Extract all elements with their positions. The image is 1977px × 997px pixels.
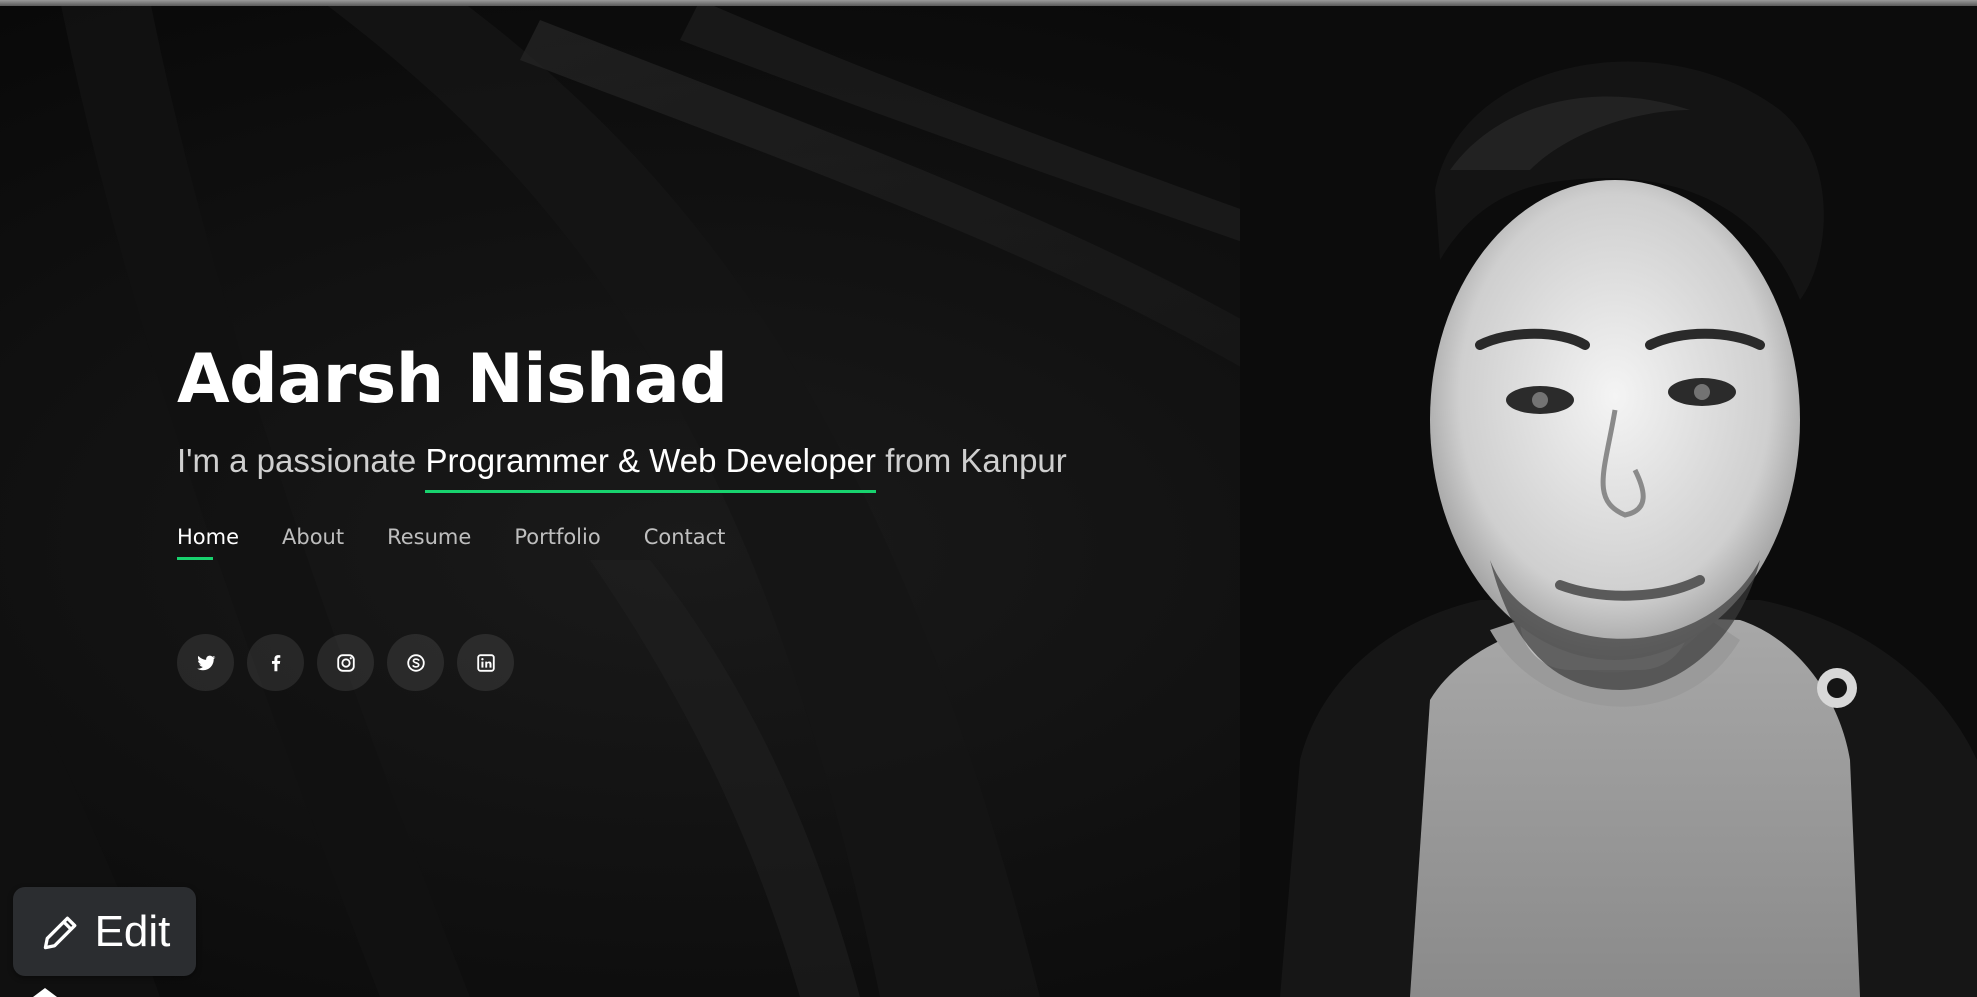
main-nav: Home About Resume Portfolio Contact	[177, 522, 1067, 560]
skype-link[interactable]	[387, 634, 444, 691]
hero-tagline: I'm a passionate Programmer & Web Develo…	[177, 438, 1067, 493]
nav-item-contact[interactable]: Contact	[644, 522, 726, 552]
twitter-icon	[196, 655, 216, 670]
edit-button-label: Edit	[94, 906, 171, 956]
page-frame: Adarsh Nishad I'm a passionate Programme…	[0, 0, 1977, 997]
facebook-link[interactable]	[247, 634, 304, 691]
pencil-icon	[43, 916, 76, 949]
edit-tooltip-caret	[33, 988, 57, 997]
twitter-link[interactable]	[177, 634, 234, 691]
nav-item-home[interactable]: Home	[177, 522, 239, 560]
linkedin-icon	[476, 653, 495, 672]
tagline-suffix: from Kanpur	[885, 442, 1067, 479]
profile-portrait	[1240, 0, 1977, 997]
tagline-prefix: I'm a passionate	[177, 442, 417, 479]
nav-item-portfolio[interactable]: Portfolio	[514, 522, 600, 552]
social-links	[177, 634, 1067, 691]
skype-icon	[406, 653, 425, 672]
facebook-icon	[271, 654, 280, 671]
page-title: Adarsh Nishad	[177, 340, 728, 419]
instagram-link[interactable]	[317, 634, 374, 691]
tagline-highlight: Programmer & Web Developer	[425, 438, 876, 493]
nav-item-about[interactable]: About	[282, 522, 344, 552]
edit-button[interactable]: Edit	[13, 887, 196, 976]
nav-item-resume[interactable]: Resume	[387, 522, 471, 552]
browser-top-edge	[0, 0, 1977, 6]
linkedin-link[interactable]	[457, 634, 514, 691]
hero-intro: Adarsh Nishad I'm a passionate Programme…	[177, 340, 1067, 691]
instagram-icon	[336, 653, 355, 672]
